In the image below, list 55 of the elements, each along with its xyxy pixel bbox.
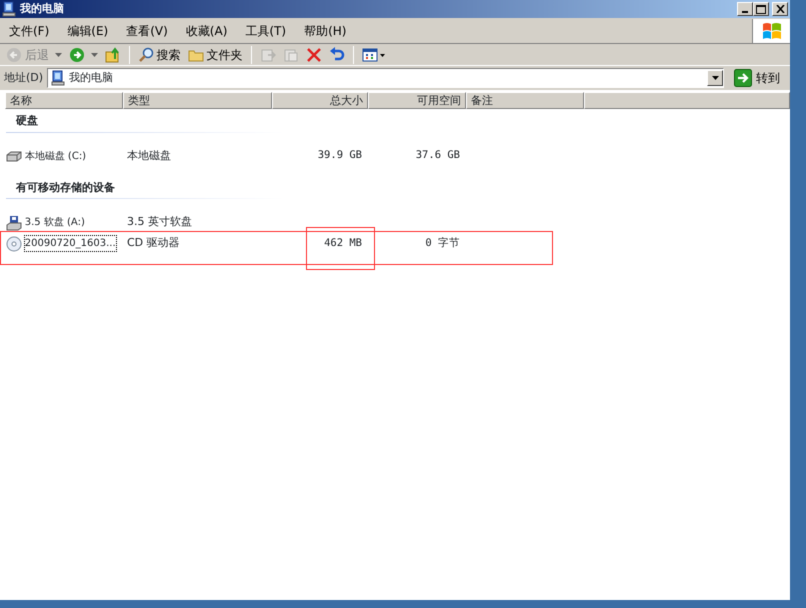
computer-icon (51, 70, 66, 86)
disc-icon (6, 236, 22, 252)
address-label: 地址(D) (4, 70, 44, 86)
hard-drive-icon (6, 150, 22, 162)
group-heading: 硬盘 (14, 113, 39, 129)
caret-icon (712, 76, 718, 80)
search-icon (138, 46, 154, 62)
item-type: 本地磁盘 (126, 148, 172, 164)
menu-item[interactable]: 帮助(H) (295, 22, 356, 40)
maximize-button[interactable] (753, 2, 770, 16)
column-header[interactable]: 备注 (466, 92, 584, 109)
item-name[interactable]: 20090720_1603... (24, 236, 116, 251)
windows-flag-icon (760, 20, 782, 40)
window-title: 我的电脑 (20, 0, 64, 17)
item-free-space: 37.6 GB (416, 149, 460, 162)
menu-item[interactable]: 编辑(E) (58, 22, 118, 40)
close-icon (776, 5, 784, 13)
menu-item[interactable]: 查看(V) (117, 22, 177, 40)
item-name[interactable]: 3.5 软盘 (A:) (24, 215, 85, 230)
item-type: CD 驱动器 (126, 235, 181, 252)
minimize-button[interactable] (737, 2, 754, 16)
item-type: 3.5 英寸软盘 (126, 214, 193, 230)
views-icon (362, 46, 386, 62)
address-text: 我的电脑 (69, 70, 114, 86)
floppy-drive-icon (6, 214, 22, 230)
undo-icon (328, 46, 344, 62)
item-name[interactable]: 本地磁盘 (C:) (24, 148, 86, 164)
column-header[interactable] (584, 92, 790, 109)
column-header[interactable]: 可用空间 (368, 92, 466, 109)
copy-to-icon (282, 46, 298, 62)
go-button[interactable]: 转到 (728, 69, 786, 87)
menu-item[interactable]: 文件(F) (0, 22, 58, 40)
column-header[interactable]: 名称 (5, 92, 123, 109)
folders-button[interactable]: 文件夹 (186, 46, 244, 64)
search-button[interactable]: 搜索 (136, 46, 182, 64)
dropdown-button[interactable] (707, 70, 723, 86)
views-button[interactable] (360, 46, 388, 62)
folder-icon (188, 48, 204, 62)
computer-icon (2, 1, 16, 17)
menu-item[interactable]: 收藏(A) (176, 22, 236, 40)
caret-icon (90, 52, 98, 56)
move-to-icon (260, 46, 276, 62)
group-heading: 有可移动存储的设备 (14, 180, 116, 196)
item-size: 462 MB (324, 236, 362, 249)
close-button[interactable] (772, 2, 788, 16)
column-header[interactable]: 类型 (123, 92, 272, 109)
column-header[interactable]: 总大小 (272, 92, 368, 109)
folder-up-icon (104, 46, 120, 62)
address-field[interactable]: 我的电脑 (47, 68, 724, 88)
item-size: 39.9 GB (318, 149, 362, 162)
caret-icon (54, 52, 62, 56)
menu-item[interactable]: 工具(T) (236, 22, 296, 40)
maximize-icon (756, 4, 766, 14)
delete-icon (306, 46, 322, 62)
item-free-space: 0 字节 (425, 236, 460, 249)
